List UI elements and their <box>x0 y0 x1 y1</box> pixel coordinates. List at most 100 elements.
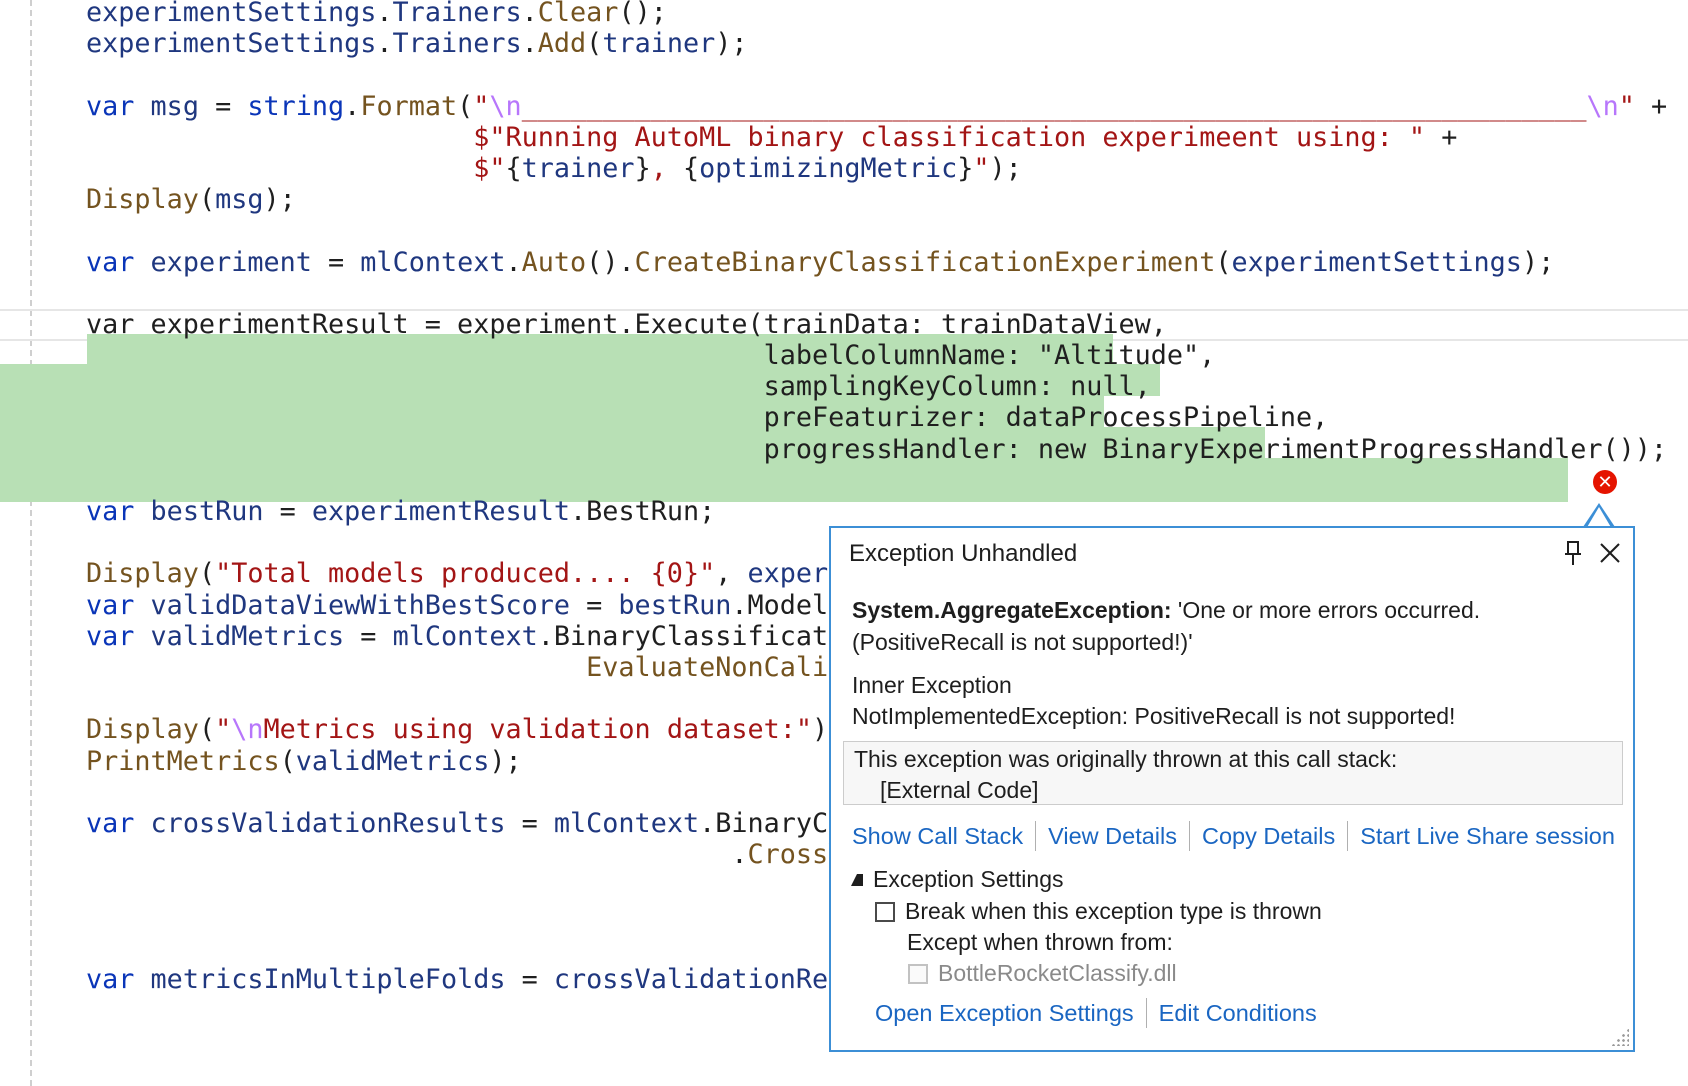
live-share-link[interactable]: Start Live Share session <box>1360 823 1615 850</box>
code-line[interactable]: experimentSettings.Trainers.Add(trainer)… <box>86 28 1667 59</box>
inner-exception-title: Inner Exception <box>852 672 1012 698</box>
code-token: PrintMetrics <box>86 745 280 777</box>
code-line[interactable]: samplingKeyColumn: null, <box>86 371 1667 402</box>
code-token: $" <box>473 152 506 184</box>
call-stack-frame[interactable]: [External Code] <box>880 777 1039 804</box>
error-icon[interactable]: ✕ <box>1593 470 1617 494</box>
close-icon[interactable] <box>1595 538 1625 568</box>
break-when-thrown-checkbox[interactable] <box>875 901 895 922</box>
call-stack-title: This exception was originally thrown at … <box>854 746 1398 772</box>
code-token: validMetrics <box>295 745 490 777</box>
edit-conditions-link[interactable]: Edit Conditions <box>1159 1000 1317 1027</box>
code-token: . <box>86 839 748 871</box>
code-token: experimentResult <box>311 496 571 527</box>
code-token: Display <box>86 184 199 216</box>
code-line[interactable] <box>86 465 1667 496</box>
code-token: Display <box>86 558 199 590</box>
code-token: Clear <box>537 0 619 28</box>
code-line[interactable] <box>86 59 1667 90</box>
open-exception-settings-link[interactable]: Open Exception Settings <box>875 1000 1134 1027</box>
dll-checkbox <box>908 963 928 984</box>
copy-details-link[interactable]: Copy Details <box>1202 823 1335 850</box>
code-token: CreateBinaryClassificationExperiment <box>634 246 1216 278</box>
code-token: ( <box>279 745 296 777</box>
code-token: optimizingMetric <box>699 152 958 184</box>
code-token: labelColumnName: "Altitude", <box>86 340 1216 372</box>
view-details-link[interactable]: View Details <box>1048 823 1177 850</box>
code-token: . <box>376 0 393 28</box>
code-token: . <box>537 620 554 652</box>
pin-icon[interactable] <box>1561 538 1585 568</box>
code-token: = <box>505 963 554 995</box>
code-token: . <box>570 496 587 527</box>
code-token: mlContext <box>392 620 538 652</box>
code-token: validDataViewWithBestScore <box>150 589 571 621</box>
code-token: BestRun; <box>586 496 716 527</box>
code-token: } <box>634 152 651 184</box>
code-token: + <box>1425 121 1458 153</box>
code-token: \n <box>489 90 522 122</box>
code-token: ________________________________________… <box>521 90 1587 122</box>
code-token: ); <box>489 745 522 777</box>
inner-exception-message: NotImplementedException: PositiveRecall … <box>852 703 1456 729</box>
code-token: . <box>344 90 361 122</box>
code-line[interactable] <box>86 278 1667 309</box>
code-token: var <box>86 807 135 839</box>
code-token: . <box>521 28 538 60</box>
code-token: = <box>263 496 312 527</box>
code-token: crossValidationResults <box>150 807 506 839</box>
code-token: ); <box>1521 246 1555 278</box>
code-token: = <box>505 807 554 839</box>
code-line[interactable]: experimentSettings.Trainers.Clear(); <box>86 0 1667 28</box>
exception-popup: Exception Unhandled System.AggregateExce… <box>829 526 1635 1052</box>
code-token: progressHandler: new BinaryExperimentPro… <box>86 433 1668 465</box>
code-token: var <box>86 963 135 995</box>
code-line[interactable]: labelColumnName: "Altitude", <box>86 340 1667 371</box>
code-token: var <box>86 589 135 621</box>
code-line[interactable]: preFeaturizer: dataProcessPipeline, <box>86 402 1667 433</box>
dll-exception-row: BottleRocketClassify.dll <box>908 960 1177 987</box>
code-line[interactable]: var experimentResult = experiment.Execut… <box>86 309 1667 340</box>
code-line[interactable]: Display(msg); <box>86 184 1667 215</box>
code-token: experimentSettings <box>86 0 377 28</box>
code-line[interactable]: var msg = string.Format("\n_____________… <box>86 91 1667 122</box>
show-call-stack-link[interactable]: Show Call Stack <box>852 823 1023 850</box>
code-token: ( <box>457 90 474 122</box>
code-token: ( <box>586 28 603 60</box>
code-token: string <box>247 90 345 122</box>
code-line[interactable]: var experiment = mlContext.Auto().Create… <box>86 247 1667 278</box>
exception-settings-label: Exception Settings <box>873 866 1064 892</box>
code-line[interactable]: progressHandler: new BinaryExperimentPro… <box>86 434 1667 465</box>
code-token: Trainers <box>392 0 522 28</box>
code-line[interactable]: $"{trainer}, {optimizingMetric}"); <box>86 153 1667 184</box>
resize-grip-icon[interactable] <box>1611 1028 1629 1046</box>
exception-message: System.AggregateException: 'One or more … <box>852 594 1592 658</box>
code-token: var <box>86 90 135 122</box>
code-line[interactable]: var bestRun = experimentResult.BestRun; <box>86 496 1667 527</box>
exception-settings-toggle[interactable]: Exception Settings <box>851 866 1064 893</box>
code-token: var <box>86 620 135 652</box>
code-token: , <box>715 558 748 590</box>
code-token: . <box>505 246 522 278</box>
code-line[interactable] <box>86 215 1667 246</box>
break-when-thrown-row[interactable]: Break when this exception type is thrown <box>875 898 1322 925</box>
code-token: Metrics using validation dataset:" <box>263 714 813 746</box>
code-line[interactable]: $"Running AutoML binary classification e… <box>86 122 1667 153</box>
code-token: " <box>1618 90 1635 122</box>
link-separator <box>1145 998 1147 1028</box>
popup-title: Exception Unhandled <box>849 540 1078 567</box>
code-token: = <box>311 246 361 278</box>
code-token: var experimentResult = experiment.Execut… <box>86 308 1167 340</box>
link-separator <box>1347 821 1349 851</box>
call-stack-box[interactable]: This exception was originally thrown at … <box>843 741 1623 805</box>
code-token: Auto <box>521 246 587 278</box>
code-token: ( <box>198 714 216 746</box>
collapse-triangle-icon <box>851 873 863 886</box>
code-token: ); <box>715 28 748 60</box>
